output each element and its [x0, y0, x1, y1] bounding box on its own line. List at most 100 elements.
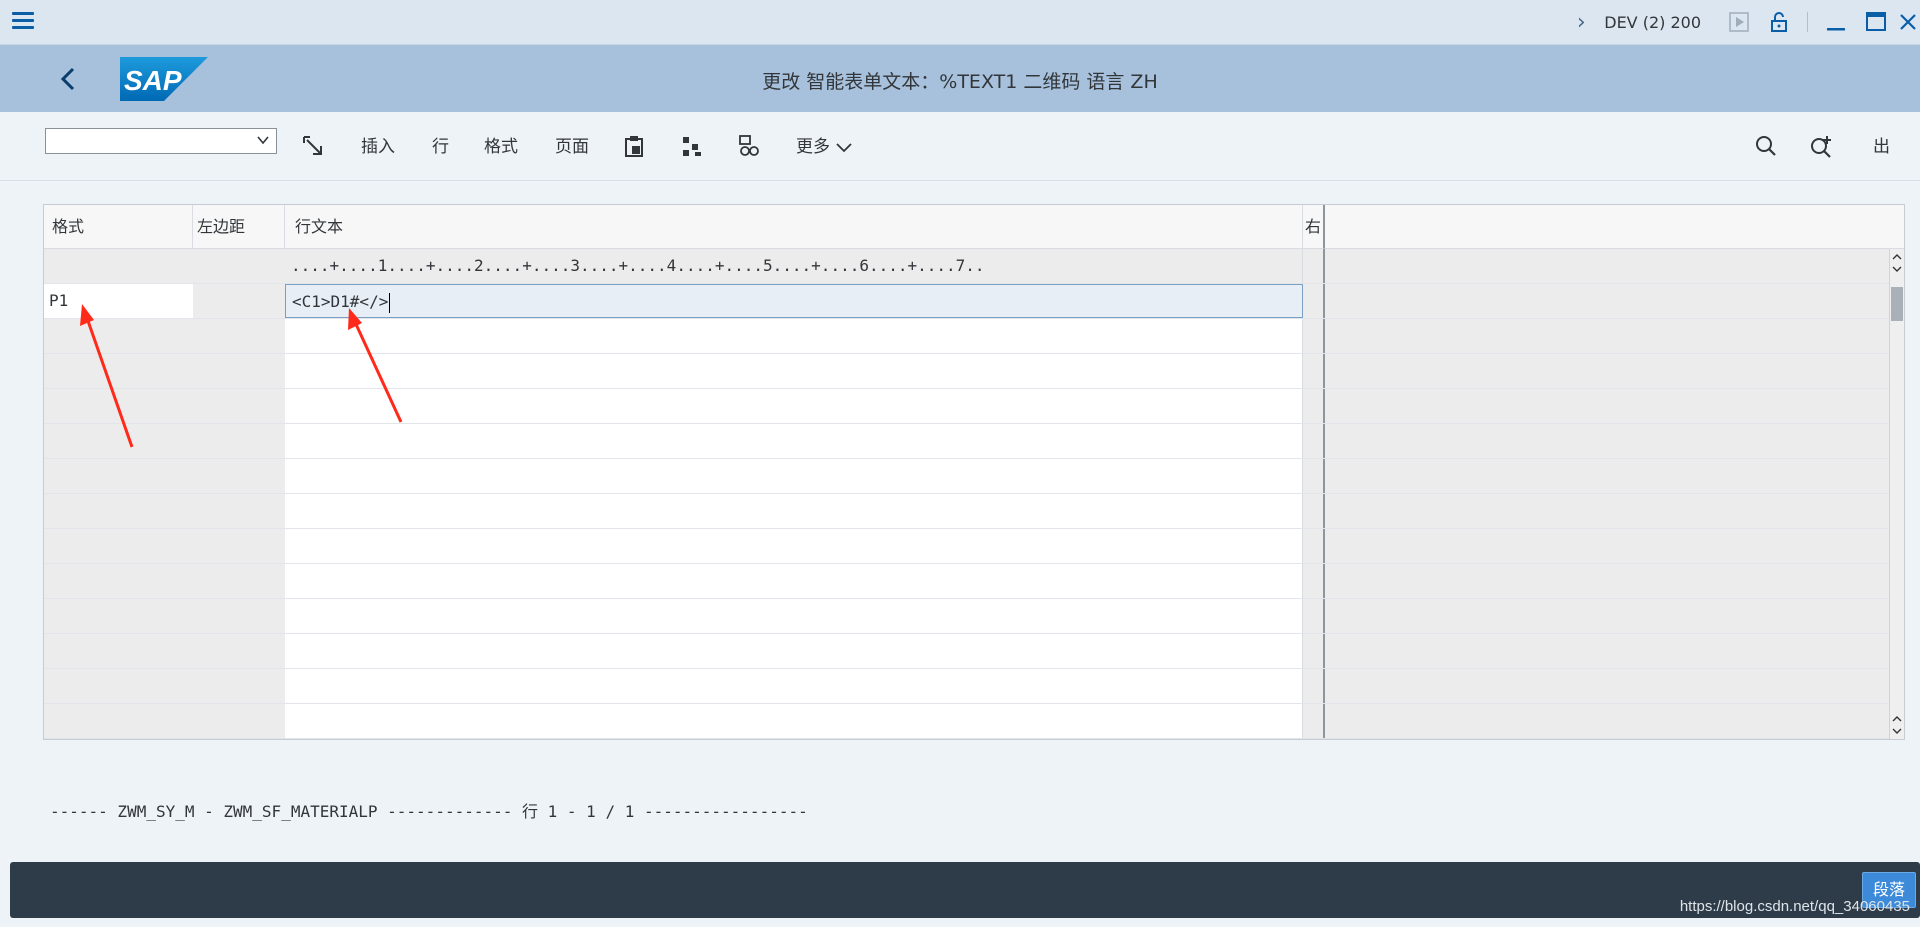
right-cell[interactable]: [1303, 564, 1325, 598]
column-header-right[interactable]: 右: [1303, 205, 1325, 249]
left-margin-cell[interactable]: [193, 634, 285, 668]
line-text-cell[interactable]: <C1>D1#</>: [285, 284, 1303, 318]
table-row[interactable]: [44, 424, 1892, 459]
left-margin-cell[interactable]: [193, 529, 285, 563]
left-margin-cell[interactable]: [193, 424, 285, 458]
line-text-cell[interactable]: [285, 634, 1303, 668]
system-controls: › DEV (2) 200: [1566, 0, 1920, 44]
ruler-right-cell: [1303, 249, 1325, 283]
format-button[interactable]: 格式: [484, 134, 518, 160]
right-cell[interactable]: [1303, 424, 1325, 458]
line-text-cell[interactable]: [285, 459, 1303, 493]
line-text-cell[interactable]: [285, 564, 1303, 598]
exit-button[interactable]: 出: [1873, 134, 1890, 160]
chevron-right-icon[interactable]: ›: [1566, 10, 1596, 35]
format-cell[interactable]: [44, 634, 193, 668]
right-cell[interactable]: [1303, 284, 1325, 318]
format-cell[interactable]: [44, 599, 193, 633]
left-margin-cell[interactable]: [193, 494, 285, 528]
line-text-cell[interactable]: [285, 704, 1303, 738]
column-header-line-text[interactable]: 行文本: [285, 205, 1303, 249]
line-text-cell[interactable]: [285, 599, 1303, 633]
column-header-left-margin[interactable]: 左边距: [193, 205, 285, 249]
right-cell[interactable]: [1303, 319, 1325, 353]
unlock-icon[interactable]: [1759, 0, 1799, 44]
left-margin-cell[interactable]: [193, 564, 285, 598]
left-margin-cell[interactable]: [193, 354, 285, 388]
maximize-icon[interactable]: [1856, 0, 1896, 44]
chevron-down-icon: [257, 136, 269, 145]
right-cell[interactable]: [1303, 529, 1325, 563]
right-cell[interactable]: [1303, 599, 1325, 633]
right-cell[interactable]: [1303, 459, 1325, 493]
table-row[interactable]: [44, 494, 1892, 529]
table-row[interactable]: [44, 354, 1892, 389]
format-cell[interactable]: [44, 529, 193, 563]
table-row[interactable]: [44, 529, 1892, 564]
column-header-format[interactable]: 格式: [44, 205, 193, 249]
watermark: https://blog.csdn.net/qq_34060435: [1679, 898, 1910, 915]
scroll-thumb[interactable]: [1891, 287, 1903, 321]
ruler-format-cell: [44, 249, 193, 283]
close-icon[interactable]: [1896, 0, 1920, 44]
left-margin-cell[interactable]: [193, 704, 285, 738]
table-row[interactable]: [44, 599, 1892, 634]
structure-icon[interactable]: [678, 132, 706, 160]
table-row[interactable]: P1 <C1>D1#</>: [44, 284, 1892, 319]
page-button[interactable]: 页面: [555, 134, 589, 160]
insert-button[interactable]: 插入: [361, 134, 395, 160]
right-cell[interactable]: [1303, 634, 1325, 668]
format-cell[interactable]: [44, 494, 193, 528]
line-text-cell[interactable]: [285, 354, 1303, 388]
table-row[interactable]: [44, 704, 1892, 739]
table-row[interactable]: [44, 669, 1892, 704]
table-row[interactable]: [44, 389, 1892, 424]
clipboard-icon[interactable]: [620, 132, 648, 160]
search-next-icon[interactable]: [1808, 132, 1836, 160]
line-text-cell[interactable]: [285, 494, 1303, 528]
right-cell[interactable]: [1303, 494, 1325, 528]
scroll-up-icon[interactable]: [1890, 249, 1904, 277]
more-menu-button[interactable]: 更多: [796, 134, 853, 160]
line-text-cell[interactable]: [285, 389, 1303, 423]
format-cell[interactable]: [44, 564, 193, 598]
minimize-icon[interactable]: [1816, 0, 1856, 44]
table-row[interactable]: [44, 459, 1892, 494]
format-combobox[interactable]: [45, 128, 277, 154]
select-cursor-icon[interactable]: [299, 132, 327, 160]
link-chain-icon[interactable]: [735, 132, 763, 160]
line-text-cell[interactable]: [285, 529, 1303, 563]
scroll-down-icon[interactable]: [1890, 711, 1904, 739]
right-cell[interactable]: [1303, 704, 1325, 738]
format-cell[interactable]: [44, 424, 193, 458]
format-cell[interactable]: [44, 354, 193, 388]
search-icon[interactable]: [1752, 132, 1780, 160]
table-row[interactable]: [44, 634, 1892, 669]
left-margin-cell[interactable]: [193, 284, 285, 318]
rest-cell: [1325, 354, 1892, 388]
format-cell[interactable]: [44, 389, 193, 423]
page-title: 更改 智能表单文本：%TEXT1 二维码 语言 ZH: [762, 71, 1158, 93]
left-margin-cell[interactable]: [193, 459, 285, 493]
format-cell[interactable]: [44, 704, 193, 738]
line-button[interactable]: 行: [432, 134, 449, 160]
left-margin-cell[interactable]: [193, 389, 285, 423]
format-cell[interactable]: [44, 669, 193, 703]
line-text-cell[interactable]: [285, 669, 1303, 703]
left-margin-cell[interactable]: [193, 599, 285, 633]
menu-icon[interactable]: [12, 12, 34, 30]
format-cell[interactable]: [44, 319, 193, 353]
format-cell[interactable]: [44, 459, 193, 493]
line-text-cell[interactable]: [285, 319, 1303, 353]
left-margin-cell[interactable]: [193, 319, 285, 353]
table-row[interactable]: [44, 319, 1892, 354]
right-cell[interactable]: [1303, 669, 1325, 703]
right-cell[interactable]: [1303, 354, 1325, 388]
table-row[interactable]: [44, 564, 1892, 599]
vertical-scrollbar[interactable]: [1889, 249, 1904, 739]
play-icon[interactable]: [1719, 0, 1759, 44]
right-cell[interactable]: [1303, 389, 1325, 423]
format-cell[interactable]: P1: [44, 284, 193, 318]
left-margin-cell[interactable]: [193, 669, 285, 703]
line-text-cell[interactable]: [285, 424, 1303, 458]
